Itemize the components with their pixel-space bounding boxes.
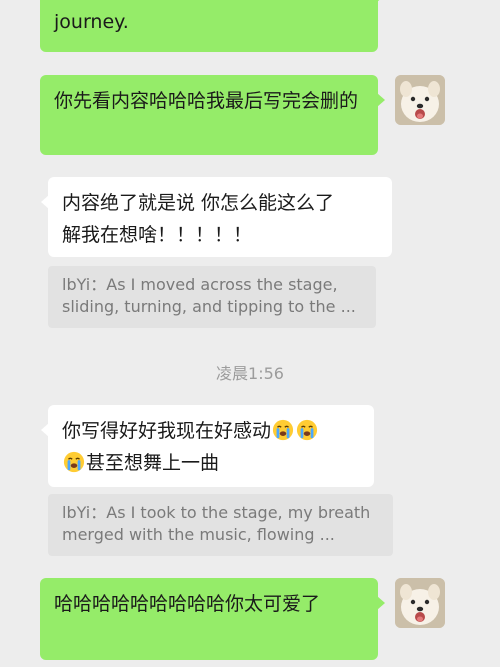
message-text: 你写得好好我现在好感动 bbox=[62, 420, 272, 442]
message-text-line: 你写得好好我现在好感动 bbox=[62, 415, 360, 447]
quoted-message[interactable]: lbYi：As I took to the stage, my breath m… bbox=[48, 494, 393, 556]
quote-text-line: sliding, turning, and tipping to the ... bbox=[62, 297, 356, 316]
message-text-line: 内容绝了就是说 你怎么能这么了 bbox=[62, 192, 335, 214]
sent-message-bubble[interactable]: 你先看内容哈哈哈我最后写完会删的 bbox=[40, 75, 385, 155]
loudly-crying-face-icon bbox=[63, 451, 85, 473]
message-text: journey. bbox=[54, 11, 129, 33]
samoyed-puppy-avatar-icon bbox=[395, 578, 445, 628]
loudly-crying-face-icon bbox=[272, 419, 294, 441]
message-text-line: 解我在想啥！！！！！ bbox=[62, 224, 253, 246]
sent-message-bubble[interactable]: 哈哈哈哈哈哈哈哈哈你太可爱了 bbox=[40, 578, 385, 660]
avatar[interactable] bbox=[395, 578, 445, 628]
message-text: 哈哈哈哈哈哈哈哈哈你太可爱了 bbox=[54, 593, 321, 615]
quote-text-line: lbYi：As I moved across the stage, bbox=[62, 275, 338, 294]
quote-text-line: merged with the music, flowing ... bbox=[62, 525, 335, 544]
samoyed-puppy-avatar-icon bbox=[395, 75, 445, 125]
message-text: 甚至想舞上一曲 bbox=[86, 452, 220, 474]
message-text: 你先看内容哈哈哈我最后写完会删的 bbox=[54, 90, 359, 112]
received-message-bubble[interactable]: 内容绝了就是说 你怎么能这么了 解我在想啥！！！！！ bbox=[41, 177, 392, 257]
quoted-message[interactable]: lbYi：As I moved across the stage, slidin… bbox=[48, 266, 376, 328]
loudly-crying-face-icon bbox=[296, 419, 318, 441]
timestamp: 凌晨1:56 bbox=[216, 364, 284, 383]
received-message-bubble[interactable]: 你写得好好我现在好感动 甚至想舞上一曲 bbox=[41, 405, 374, 487]
avatar[interactable] bbox=[395, 75, 445, 125]
sent-message-bubble-partial[interactable]: journey. bbox=[40, 0, 385, 52]
quote-text-line: lbYi：As I took to the stage, my breath bbox=[62, 503, 371, 522]
message-text-line: 甚至想舞上一曲 bbox=[62, 447, 360, 479]
